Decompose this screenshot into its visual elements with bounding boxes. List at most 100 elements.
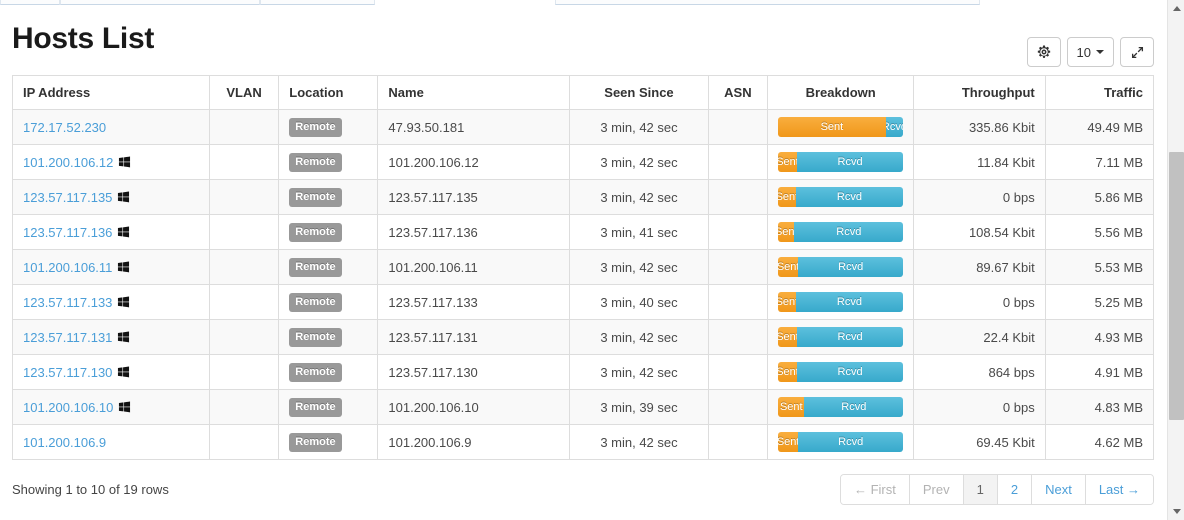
cell-throughput: 108.54 Kbit — [913, 214, 1046, 250]
table-row[interactable]: 101.200.106.9 Remote 101.200.106.9 3 min, 4… — [12, 424, 1155, 460]
column-header-traffic[interactable]: Traffic — [1044, 75, 1155, 110]
cell-name: 123.57.117.133 — [377, 284, 571, 320]
cell-seen-since: 3 min, 42 sec — [569, 109, 709, 145]
scrollbar-thumb[interactable] — [1169, 152, 1184, 420]
table-toolbar: 10 — [1021, 37, 1154, 67]
column-header-throughput[interactable]: Throughput — [913, 75, 1046, 110]
table-row[interactable]: 123.57.117.135 Remote 123.57.117.135 3 min,… — [12, 179, 1155, 215]
column-header-name[interactable]: Name — [377, 75, 571, 110]
breakdown-bar[interactable]: SentRcvd — [778, 117, 904, 137]
breakdown-rcvd-segment: Rcvd — [804, 397, 904, 417]
vertical-scrollbar[interactable] — [1167, 0, 1184, 520]
ip-address-link[interactable]: 123.57.117.130 — [23, 365, 112, 380]
table-row[interactable]: 123.57.117.136 Remote 123.57.117.136 3 min,… — [12, 214, 1155, 250]
table-row[interactable]: 172.17.52.230 Remote 47.93.50.181 3 min, 42… — [12, 109, 1155, 145]
page-size-value: 10 — [1076, 44, 1091, 60]
cell-vlan — [208, 179, 280, 215]
cell-throughput: 69.45 Kbit — [913, 424, 1046, 460]
breakdown-sent-segment: Sent — [778, 222, 795, 242]
breakdown-rcvd-segment: Rcvd — [795, 292, 904, 312]
cell-vlan — [208, 389, 280, 425]
cell-vlan — [208, 214, 280, 250]
table-header-row: IP Address VLAN Location Name Seen Since… — [12, 75, 1155, 110]
breakdown-sent-segment: Sent — [778, 362, 797, 382]
cell-breakdown: SentRcvd — [767, 179, 915, 215]
cell-throughput: 335.86 Kbit — [913, 109, 1046, 145]
ip-address-link[interactable]: 123.57.117.133 — [23, 295, 112, 310]
fullscreen-button[interactable] — [1120, 37, 1154, 67]
table-row[interactable]: 101.200.106.11 Remote 101.200.106.11 3 min,… — [12, 249, 1155, 285]
cell-name: 101.200.106.9 — [377, 424, 571, 460]
cell-throughput: 89.67 Kbit — [913, 249, 1046, 285]
column-header-ip-address[interactable]: IP Address — [12, 75, 210, 110]
location-badge: Remote — [289, 292, 342, 312]
breakdown-sent-segment: Sent — [778, 152, 797, 172]
cell-location: Remote — [278, 354, 379, 390]
column-header-location[interactable]: Location — [278, 75, 379, 110]
breakdown-bar[interactable]: SentRcvd — [778, 187, 904, 207]
page-size-dropdown[interactable]: 10 — [1066, 37, 1114, 67]
cell-seen-since: 3 min, 39 sec — [569, 389, 709, 425]
caret-down-icon — [1172, 509, 1181, 514]
column-header-breakdown[interactable]: Breakdown — [767, 75, 915, 110]
table-row[interactable]: 101.200.106.12 Remote 101.200.106.12 3 min,… — [12, 144, 1155, 180]
table-row[interactable]: 101.200.106.10 Remote 101.200.106.10 3 min,… — [12, 389, 1155, 425]
cell-name: 101.200.106.11 — [377, 249, 571, 285]
cell-asn — [707, 144, 769, 180]
cell-asn — [707, 249, 769, 285]
breakdown-bar[interactable]: SentRcvd — [778, 152, 904, 172]
cell-asn — [707, 109, 769, 145]
table-row[interactable]: 123.57.117.131 Remote 123.57.117.131 3 min,… — [12, 319, 1155, 355]
ip-address-link[interactable]: 101.200.106.11 — [23, 260, 112, 275]
windows-icon — [119, 401, 131, 412]
cell-vlan — [208, 109, 280, 145]
table-row[interactable]: 123.57.117.133 Remote 123.57.117.133 3 min,… — [12, 284, 1155, 320]
pagination-item-1: 1 — [963, 475, 998, 504]
cell-vlan — [208, 249, 280, 285]
ip-address-link[interactable]: 123.57.117.135 — [23, 190, 112, 205]
ip-address-link[interactable]: 172.17.52.230 — [23, 120, 106, 135]
breakdown-bar[interactable]: SentRcvd — [778, 397, 904, 417]
cell-throughput: 0 bps — [913, 284, 1046, 320]
breakdown-bar[interactable]: SentRcvd — [778, 362, 904, 382]
cell-name: 101.200.106.10 — [377, 389, 571, 425]
scroll-up-button[interactable] — [1168, 0, 1184, 17]
column-header-seen-since[interactable]: Seen Since — [569, 75, 709, 110]
windows-icon — [118, 366, 130, 377]
hosts-table: IP Address VLAN Location Name Seen Since… — [12, 75, 1155, 460]
column-header-asn[interactable]: ASN — [707, 75, 769, 110]
column-header-vlan[interactable]: VLAN — [208, 75, 280, 110]
settings-button[interactable] — [1026, 37, 1061, 67]
cell-throughput: 864 bps — [913, 354, 1046, 390]
breakdown-bar[interactable]: SentRcvd — [778, 222, 904, 242]
ip-address-link[interactable]: 123.57.117.136 — [23, 225, 112, 240]
breakdown-bar[interactable]: SentRcvd — [778, 432, 904, 452]
cell-ip-address: 123.57.117.131 — [12, 319, 210, 355]
cell-throughput: 11.84 Kbit — [913, 144, 1046, 180]
table-body: 172.17.52.230 Remote 47.93.50.181 3 min, 42… — [12, 109, 1155, 460]
pagination-item-next[interactable]: Next — [1032, 475, 1086, 504]
ip-address-link[interactable]: 123.57.117.131 — [23, 330, 112, 345]
breakdown-rcvd-segment: Rcvd — [795, 187, 904, 207]
cell-traffic: 5.53 MB — [1044, 249, 1155, 285]
windows-icon — [118, 261, 130, 272]
pagination-item-2[interactable]: 2 — [997, 475, 1033, 504]
breakdown-bar[interactable]: SentRcvd — [778, 327, 904, 347]
cell-breakdown: SentRcvd — [767, 249, 915, 285]
ip-address-link[interactable]: 101.200.106.9 — [23, 435, 106, 450]
pagination-item-last[interactable]: Last → — [1085, 475, 1153, 504]
breakdown-bar[interactable]: SentRcvd — [778, 292, 904, 312]
cell-ip-address: 172.17.52.230 — [12, 109, 210, 145]
chevron-down-icon — [1096, 50, 1104, 54]
cell-name: 123.57.117.130 — [377, 354, 571, 390]
cell-name: 123.57.117.135 — [377, 179, 571, 215]
ip-address-link[interactable]: 101.200.106.12 — [23, 155, 113, 170]
ip-address-link[interactable]: 101.200.106.10 — [23, 400, 113, 415]
breakdown-rcvd-segment: Rcvd — [796, 362, 904, 382]
breakdown-bar[interactable]: SentRcvd — [778, 257, 904, 277]
scroll-down-button[interactable] — [1168, 503, 1184, 520]
cell-name: 123.57.117.136 — [377, 214, 571, 250]
cell-asn — [707, 424, 769, 460]
table-row[interactable]: 123.57.117.130 Remote 123.57.117.130 3 min,… — [12, 354, 1155, 390]
breakdown-rcvd-segment: Rcvd — [798, 257, 904, 277]
